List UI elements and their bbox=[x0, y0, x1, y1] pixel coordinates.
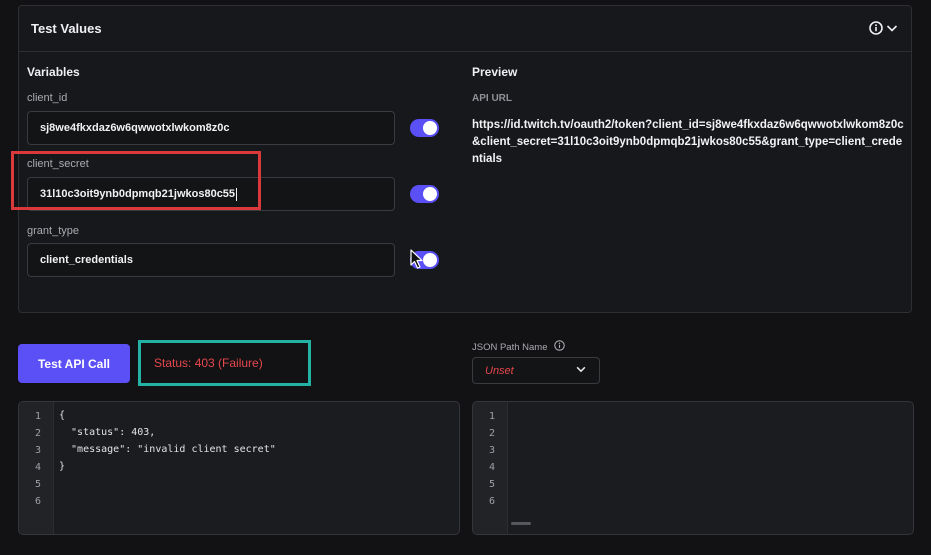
json-path-label-text: JSON Path Name bbox=[472, 341, 548, 353]
line-number: 3 bbox=[488, 445, 495, 456]
code-line: "message": "invalid client secret" bbox=[59, 444, 276, 455]
horizontal-scrollbar[interactable] bbox=[511, 522, 531, 525]
client-id-label: client_id bbox=[27, 92, 68, 104]
line-number: 6 bbox=[34, 496, 41, 507]
info-icon[interactable] bbox=[869, 21, 883, 35]
json-path-value: Unset bbox=[485, 364, 514, 377]
status-text: Status: 403 (Failure) bbox=[154, 356, 263, 370]
line-number: 5 bbox=[488, 479, 495, 490]
variables-heading: Variables bbox=[27, 65, 80, 79]
client-secret-toggle[interactable] bbox=[410, 185, 439, 203]
line-number: 4 bbox=[34, 462, 41, 473]
preview-heading: Preview bbox=[472, 65, 518, 79]
json-path-label: JSON Path Name bbox=[472, 340, 565, 354]
code-line: "status": 403, bbox=[59, 427, 156, 438]
grant-type-value: client_credentials bbox=[40, 254, 133, 266]
api-url-preview: https://id.twitch.tv/oauth2/token?client… bbox=[472, 119, 904, 165]
info-icon[interactable] bbox=[553, 340, 565, 354]
chevron-down-icon bbox=[575, 363, 587, 378]
chevron-down-icon[interactable] bbox=[885, 21, 899, 35]
grant-type-label: grant_type bbox=[27, 225, 79, 237]
code-line: { bbox=[59, 410, 66, 421]
toggle-knob bbox=[423, 187, 437, 201]
grant-type-input[interactable]: client_credentials bbox=[27, 243, 395, 277]
api-url-label: API URL bbox=[472, 93, 512, 104]
line-number: 4 bbox=[488, 462, 495, 473]
line-number: 1 bbox=[488, 411, 495, 422]
json-path-select[interactable]: Unset bbox=[472, 357, 600, 384]
client-id-toggle[interactable] bbox=[410, 119, 439, 137]
panel-title: Test Values bbox=[31, 21, 102, 36]
client-secret-highlight bbox=[11, 151, 261, 210]
mouse-cursor-icon bbox=[410, 249, 424, 274]
line-gutter: 1 2 3 4 5 6 bbox=[19, 402, 54, 534]
line-number: 5 bbox=[34, 479, 41, 490]
client-id-input[interactable]: sj8we4fkxdaz6w6qwwotxlwkom8z0c bbox=[27, 111, 395, 145]
code-line: } bbox=[59, 461, 66, 472]
toggle-knob bbox=[423, 253, 437, 267]
status-highlight: Status: 403 (Failure) bbox=[138, 340, 311, 386]
toggle-knob bbox=[423, 121, 437, 135]
line-number: 2 bbox=[34, 428, 41, 439]
line-number: 6 bbox=[488, 496, 495, 507]
line-number: 2 bbox=[488, 428, 495, 439]
client-id-value: sj8we4fkxdaz6w6qwwotxlwkom8z0c bbox=[40, 122, 230, 134]
line-number: 3 bbox=[34, 445, 41, 456]
json-output-editor[interactable]: 1 2 3 4 5 6 bbox=[472, 401, 914, 535]
response-code-editor[interactable]: 1 2 3 4 5 6 { "status": 403, "message": … bbox=[18, 401, 460, 535]
line-number: 1 bbox=[34, 411, 41, 422]
line-gutter: 1 2 3 4 5 6 bbox=[473, 402, 508, 534]
panel-header[interactable]: Test Values bbox=[19, 6, 911, 52]
test-api-call-button[interactable]: Test API Call bbox=[18, 344, 130, 383]
